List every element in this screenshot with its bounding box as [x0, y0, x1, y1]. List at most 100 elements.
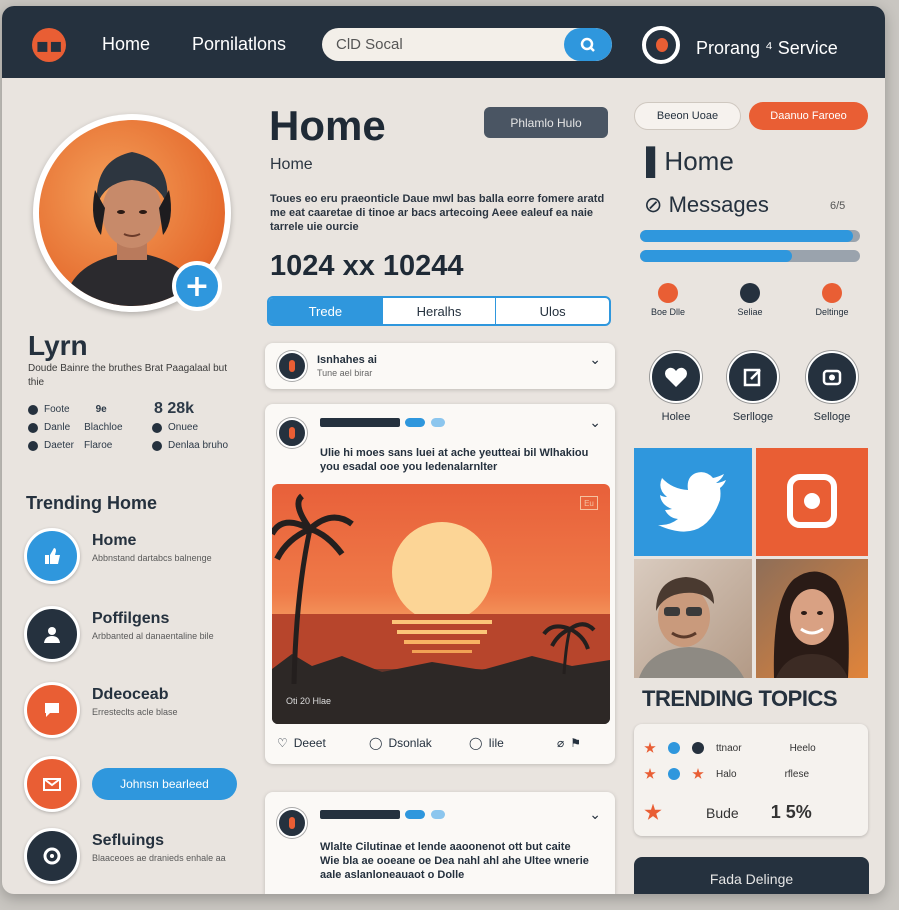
mini-action[interactable]: Seliae — [722, 283, 778, 317]
trending-item-title: Sefluings — [92, 832, 165, 849]
sunset-image[interactable]: Oti 20 Hlae Eu — [272, 484, 610, 724]
search-icon — [580, 37, 595, 52]
add-photo-button[interactable]: + — [172, 261, 222, 311]
stat-item: Danle Blachloe — [28, 422, 123, 433]
trending-topics-title: TRENDING TOPICS — [642, 686, 838, 711]
stat-item: Daeter Flaroe — [28, 440, 112, 451]
stat-icon — [28, 440, 38, 451]
flag-icon: ⚑ — [570, 736, 581, 750]
trending-item-title: Poffilgens — [92, 610, 170, 627]
stat-count: 8 28k — [154, 400, 195, 417]
bookmark-icon: ⌀ — [557, 736, 565, 750]
progress-bar — [640, 230, 860, 242]
page-title: Home — [269, 102, 386, 149]
trending-item-desc: Erresteclts acle blase — [92, 707, 178, 717]
tab-health[interactable]: Heralhs — [381, 298, 496, 324]
trend-row[interactable]: Halo rflese — [644, 768, 809, 780]
user-photo-tile[interactable] — [634, 559, 752, 678]
title-action-button[interactable]: Phlamlo Hulo — [484, 107, 608, 138]
progress-fill — [640, 230, 854, 242]
verified-badge — [405, 418, 425, 427]
footer-settings-button[interactable]: Fada Delinge — [634, 857, 869, 894]
share-button[interactable]: ◯ Iile — [469, 736, 504, 750]
avatar[interactable] — [277, 418, 307, 448]
page-description: Toues eo eru praeonticle Daue mwl bas ba… — [270, 193, 605, 233]
trending-item-desc: Abbnstand dartabcs balnenge — [92, 553, 212, 563]
trending-item-title: Home — [92, 532, 137, 549]
sidebar-home-heading[interactable]: ▌Home — [646, 146, 734, 177]
mini-action[interactable]: Deltinge — [804, 283, 860, 317]
circle-icon — [668, 768, 680, 780]
trending-item[interactable]: Home Abbnstand dartabcs balnenge — [24, 528, 249, 588]
person-photo-icon — [639, 577, 744, 678]
tag-icon — [822, 283, 842, 303]
chat-icon — [24, 682, 80, 738]
compose-title: Isnhahes ai — [317, 354, 377, 366]
trending-item[interactable]: Poffilgens Arbbanted al danaentaline bil… — [24, 606, 249, 666]
join-button[interactable]: Johnsn bearleed — [92, 768, 237, 800]
settings-icon — [24, 828, 80, 884]
profile-name: Lyrn — [28, 330, 88, 361]
stat-icon — [152, 440, 162, 451]
bookmark-button[interactable]: ⌀ ⚑ — [557, 736, 581, 750]
progress-bar — [640, 250, 860, 262]
brand-logo-icon[interactable] — [642, 26, 680, 64]
image-badge: Eu — [580, 496, 598, 510]
comment-button[interactable]: ◯ Dsonlak — [369, 736, 432, 750]
nav-notifications-link[interactable]: Pornilatlons — [192, 34, 286, 55]
chevron-down-icon[interactable]: ⌄ — [589, 414, 601, 431]
avatar[interactable] — [277, 808, 307, 838]
stat-item: Denlaa bruho — [152, 440, 228, 451]
trending-item-title: Ddeoceab — [92, 686, 169, 703]
profile-bio: Doude Bainre the bruthes Brat Paagalaal … — [28, 363, 228, 388]
stat-item: Onuee — [152, 422, 198, 433]
search-input[interactable] — [322, 28, 562, 61]
stat-item: Foote 9e — [28, 404, 107, 415]
sidebar-messages-heading[interactable]: ⊘ Messages — [644, 192, 769, 218]
feed-tabs: Trede Heralhs Ulos — [267, 296, 611, 326]
chevron-down-icon[interactable]: ⌄ — [589, 806, 601, 823]
heart-icon — [650, 351, 702, 403]
quick-action[interactable]: Serlloge — [717, 351, 789, 423]
trending-item-desc: Blaaceoes ae dranieds enhale aa — [92, 853, 226, 863]
quick-action[interactable]: Selloge — [796, 351, 868, 423]
trending-item-desc: Arbbanted al danaentaline bile — [92, 631, 214, 641]
sunset-illustration-icon — [272, 493, 610, 724]
primary-button[interactable]: Daanuo Faroeo — [749, 102, 868, 130]
edit-icon — [727, 351, 779, 403]
trending-item[interactable]: Sefluings Blaaceoes ae dranieds enhale a… — [24, 828, 249, 888]
avatar — [277, 351, 307, 381]
chevron-down-icon[interactable]: ⌄ — [589, 351, 601, 368]
trend-row[interactable]: ttnaor Heelo — [644, 742, 816, 754]
search-button[interactable] — [564, 28, 612, 61]
stat-icon — [28, 404, 38, 415]
trending-section-title: Trending Home — [26, 493, 158, 513]
compose-card[interactable]: Isnhahes ai Tune ael birar ⌄ — [265, 343, 615, 389]
tab-trending[interactable]: Trede — [269, 298, 382, 324]
instagram-icon — [787, 474, 837, 528]
trend-row[interactable]: Bude 1 5% — [644, 802, 812, 823]
circle-icon — [668, 742, 680, 754]
twitter-tile[interactable] — [634, 448, 752, 556]
trending-topics-panel: ttnaor Heelo Halo rflese Bude 1 5% — [634, 724, 868, 836]
heart-icon: ♡ — [277, 736, 288, 750]
mini-action[interactable]: Boe Dlle — [640, 283, 696, 317]
twitter-bird-icon — [658, 472, 726, 532]
secondary-button[interactable]: Beeon Uoae — [634, 102, 741, 130]
progress-fill — [640, 250, 792, 262]
post-text: Wlalte Cilutinae et lende aaoonenot ott … — [320, 841, 589, 881]
dimension-label: 1024 xx 10244 — [270, 250, 464, 282]
image-caption: Oti 20 Hlae — [286, 696, 332, 706]
trending-item[interactable]: Ddeoceab Erresteclts acle blase — [24, 682, 249, 742]
user-photo-tile[interactable] — [756, 559, 868, 678]
like-button[interactable]: ♡ Deeet — [277, 736, 326, 750]
messages-count: 6/5 — [830, 200, 846, 212]
nav-home-link[interactable]: Home — [102, 34, 150, 55]
tab-likes[interactable]: Ulos — [495, 298, 609, 324]
brand-name[interactable]: Prorang ⁴ Service — [696, 38, 838, 59]
thumbs-up-icon — [24, 528, 80, 584]
user-icon — [24, 606, 80, 662]
quick-action[interactable]: Holee — [640, 351, 712, 423]
instagram-tile[interactable] — [756, 448, 868, 556]
app-logo-icon[interactable]: ▪▪ — [32, 28, 66, 62]
